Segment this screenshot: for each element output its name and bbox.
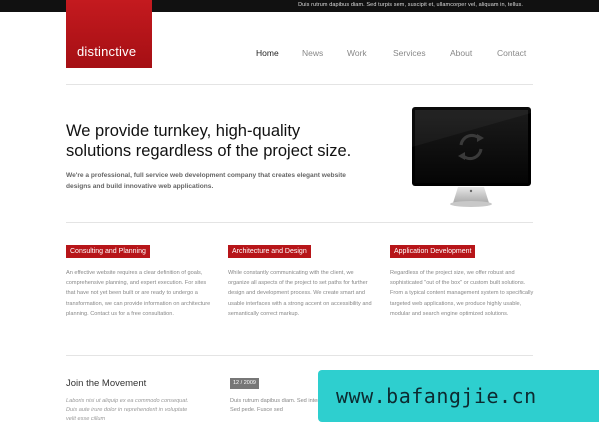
- nav-item-services[interactable]: Services: [393, 48, 426, 58]
- top-bar-text: Duis rutrum dapibus diam. Sed turpis sem…: [298, 2, 523, 8]
- join-text: Laboris nisi ut aliquip ex ea commodo co…: [66, 398, 189, 422]
- divider: [66, 84, 533, 85]
- hero-headline-line1: We provide turnkey, high-quality: [66, 122, 301, 140]
- service-column-development: Application Development Regardless of th…: [390, 240, 535, 319]
- hero-headline-line2: solutions regardless of the project size…: [66, 142, 352, 160]
- main-nav: Home News Work Services About Contact: [0, 48, 599, 62]
- service-title[interactable]: Application Development: [390, 245, 476, 258]
- nav-item-about[interactable]: About: [450, 48, 472, 58]
- hero-headline: We provide turnkey, high-quality solutio…: [66, 121, 386, 161]
- service-column-consulting: Consulting and Planning An effective web…: [66, 240, 211, 319]
- news-date-badge: 12 / 2009: [230, 378, 259, 389]
- divider: [66, 355, 533, 356]
- join-title: Join the Movement: [66, 378, 147, 389]
- hero-intro: We're a professional, full service web d…: [66, 172, 346, 190]
- service-text: An effective website requires a clear de…: [66, 270, 211, 317]
- monitor-icon: [412, 107, 531, 207]
- nav-item-work[interactable]: Work: [347, 48, 367, 58]
- nav-item-contact[interactable]: Contact: [497, 48, 526, 58]
- service-text: While constantly communicating with the …: [228, 270, 372, 317]
- divider: [66, 222, 533, 223]
- watermark-banner: www.bafangjie.cn: [318, 370, 599, 422]
- service-title[interactable]: Consulting and Planning: [66, 245, 150, 258]
- service-title[interactable]: Architecture and Design: [228, 245, 311, 258]
- nav-item-home[interactable]: Home: [256, 48, 279, 58]
- watermark-text: www.bafangjie.cn: [336, 384, 537, 408]
- service-text: Regardless of the project size, we offer…: [390, 270, 534, 317]
- nav-item-news[interactable]: News: [302, 48, 323, 58]
- service-column-architecture: Architecture and Design While constantly…: [228, 240, 373, 319]
